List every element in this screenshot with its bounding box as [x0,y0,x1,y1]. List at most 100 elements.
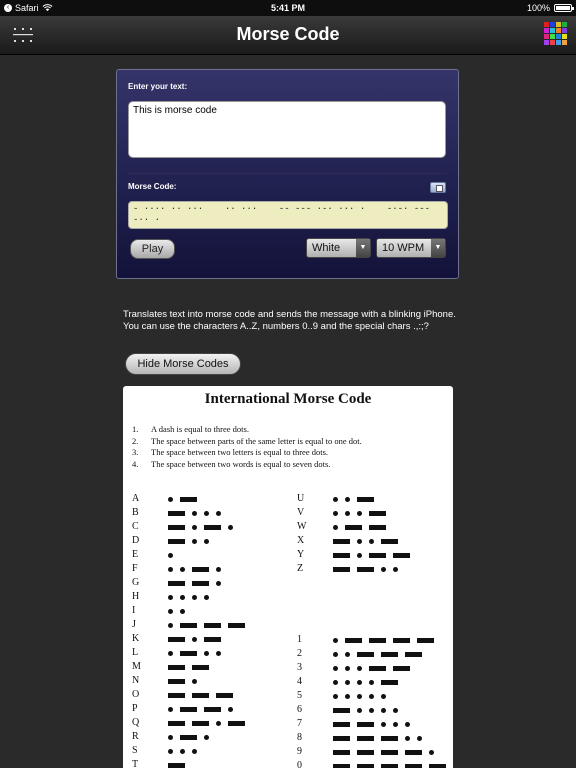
rule-item: 1. A dash is equal to three dots. [132,424,362,436]
morse-dash [345,638,362,643]
morse-dash [192,693,209,698]
morse-char: 7 [297,718,302,729]
hide-morse-codes-button[interactable]: Hide Morse Codes [125,353,241,375]
morse-dot [357,539,362,544]
color-select[interactable]: White ▼ [306,238,371,258]
morse-char: 2 [297,648,302,659]
morse-dash [417,638,434,643]
morse-char: L [132,647,139,658]
play-button[interactable]: Play [130,239,175,259]
morse-dash [369,553,386,558]
morse-dash [216,693,233,698]
morse-dot [333,511,338,516]
morse-dot [192,539,197,544]
morse-dash [429,764,446,768]
morse-dash [381,750,398,755]
morse-dot [393,567,398,572]
morse-dot [417,736,422,741]
morse-dot [168,651,173,656]
morse-dot [381,694,386,699]
morse-dot [228,525,233,530]
grid-swatch [556,28,561,33]
morse-dot [369,680,374,685]
morse-dash [405,652,422,657]
rule-number: 4. [132,458,139,469]
morse-dot [204,595,209,600]
morse-dot [333,497,338,502]
speed-select[interactable]: 10 WPM ▼ [376,238,446,258]
rule-text: The space between parts of the same lett… [151,435,362,446]
morse-char: 8 [297,732,302,743]
morse-dash [333,736,350,741]
morse-dash [333,764,350,768]
grid-swatch [556,34,561,39]
grid-swatch [550,22,555,27]
nav-bar: Morse Code [0,16,576,55]
morse-dot [429,750,434,755]
grid-swatch [556,40,561,45]
morse-dot [180,567,185,572]
morse-dot [192,511,197,516]
morse-dot [333,694,338,699]
grid-swatch [562,40,567,45]
rule-text: The space between two letters is equal t… [151,447,329,457]
morse-char: S [132,745,138,756]
morse-dash [333,539,350,544]
morse-dash [333,722,350,727]
morse-dot [357,680,362,685]
text-input[interactable]: This is morse code [128,101,446,158]
morse-dot [369,539,374,544]
input-label: Enter your text: [128,82,188,91]
morse-dash [369,666,386,671]
morse-dash [168,665,185,670]
morse-dash [204,707,221,712]
morse-dash [168,637,185,642]
battery-icon [554,4,574,12]
morse-char: R [132,731,139,742]
morse-dot [345,497,350,502]
morse-dash [228,623,245,628]
morse-dot [168,609,173,614]
morse-char: K [132,633,140,644]
morse-dot [333,680,338,685]
clock: 5:41 PM [270,3,305,13]
morse-char: 5 [297,690,302,701]
rule-item: 3. The space between two letters is equal… [132,447,362,459]
morse-char: Z [297,563,304,574]
morse-dot [168,707,173,712]
morse-char: 0 [297,760,302,768]
morse-dot [216,567,221,572]
morse-char: E [132,549,139,560]
morse-dot [405,722,410,727]
color-select-value: White [312,242,341,254]
morse-dash [357,736,374,741]
color-grid-icon[interactable] [544,22,567,45]
morse-dot [345,680,350,685]
morse-dot [180,609,185,614]
copy-icon[interactable] [430,182,446,193]
morse-dash [168,693,185,698]
morse-dot [216,651,221,656]
morse-dot [381,722,386,727]
morse-dot [192,679,197,684]
morse-dot [381,567,386,572]
description: Translates text into morse code and send… [123,309,458,333]
chevron-down-icon: ▼ [356,239,370,257]
grid-swatch [544,22,549,27]
morse-dot [333,652,338,657]
battery-percent: 100% [526,3,550,13]
morse-dot [405,736,410,741]
morse-char: N [132,675,140,686]
morse-dot [204,735,209,740]
morse-dash [192,567,209,572]
morse-code-chart: International Morse Code 1. A dash is equ… [123,386,453,768]
morse-dash [369,638,386,643]
morse-dash [192,721,209,726]
morse-dot [393,722,398,727]
status-right: 100% [526,3,574,13]
morse-dash [180,623,197,628]
morse-dash [168,763,185,768]
morse-dash [357,750,374,755]
morse-char: J [132,619,136,630]
morse-dot [357,511,362,516]
